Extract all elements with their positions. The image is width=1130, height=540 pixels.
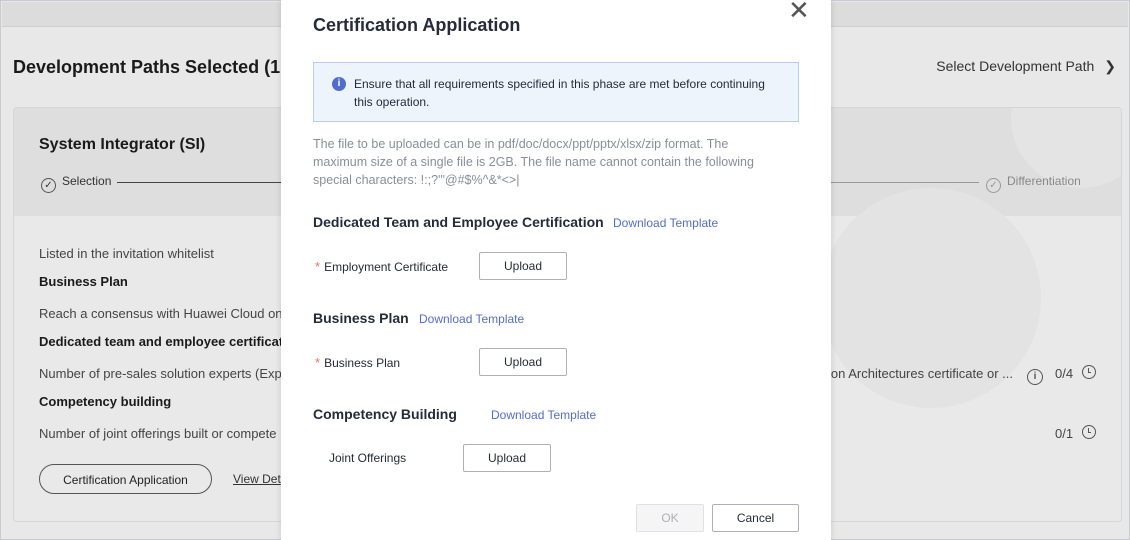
stage-differentiation: ✓ Differentiation [986, 174, 1081, 193]
requirement-heading: Dedicated team and employee certificati [39, 334, 287, 349]
field-label: Business Plan [324, 356, 401, 370]
progress-count: 0/4 [1055, 366, 1074, 381]
stage-connector [829, 182, 979, 183]
info-alert: i Ensure that all requirements specified… [313, 62, 799, 122]
requirement-text: Number of pre-sales solution experts (Ex… [39, 366, 282, 381]
section-heading: Competency Building [313, 406, 457, 422]
requirement-text-right: ion Architectures certificate or ... [828, 366, 1013, 381]
upload-note: The file to be uploaded can be in pdf/do… [313, 137, 754, 187]
certification-dialog: Certification Application ✕ i Ensure tha… [281, 0, 831, 540]
progress-count: 0/1 [1055, 426, 1074, 441]
joint-offerings-label: Joint Offerings [329, 451, 407, 465]
clock-icon [1082, 425, 1096, 440]
employment-certificate-label: * Employment Certificate [315, 259, 448, 274]
business-plan-label: * Business Plan [315, 355, 400, 370]
download-template-link[interactable]: Download Template [491, 408, 596, 422]
certification-application-button[interactable]: Certification Application [39, 464, 212, 494]
requirement-text: Listed in the invitation whitelist [39, 246, 214, 261]
stage-connector [117, 182, 297, 183]
requirement-text: Number of joint offerings built or compe… [39, 426, 277, 441]
download-template-link[interactable]: Download Template [419, 312, 524, 326]
required-mark: * [315, 259, 321, 274]
upload-button[interactable]: Upload [479, 348, 567, 376]
alert-text: Ensure that all requirements specified i… [354, 77, 765, 109]
close-icon[interactable]: ✕ [788, 0, 810, 23]
check-circle-icon: ✓ [41, 178, 56, 193]
upload-button[interactable]: Upload [463, 444, 551, 472]
page-title: Development Paths Selected (1 [13, 57, 281, 77]
section-heading: Business Plan [313, 310, 409, 326]
required-mark: * [315, 355, 321, 370]
requirement-text: Reach a consensus with Huawei Cloud on t [39, 306, 290, 321]
download-template-link[interactable]: Download Template [613, 216, 718, 230]
ok-button[interactable]: OK [636, 504, 704, 532]
select-development-path-link[interactable]: Select Development Path ❯ [936, 58, 1116, 75]
field-label: Employment Certificate [324, 260, 449, 274]
info-icon[interactable]: i [1027, 364, 1043, 385]
stage-label: Differentiation [1007, 174, 1081, 188]
stage-label: Selection [62, 174, 112, 188]
requirement-heading: Competency building [39, 394, 172, 409]
info-icon: i [332, 77, 346, 91]
cancel-button[interactable]: Cancel [712, 504, 799, 532]
path-name: System Integrator (SI) [39, 136, 206, 153]
section-heading: Dedicated Team and Employee Certificatio… [313, 214, 604, 230]
requirement-heading: Business Plan [39, 274, 128, 289]
dialog-title: Certification Application [313, 15, 521, 35]
check-circle-icon: ✓ [986, 178, 1001, 193]
view-details-link[interactable]: View Det [233, 472, 281, 486]
stage-selection: ✓ Selection [41, 174, 111, 193]
clock-icon [1082, 365, 1096, 380]
upload-button[interactable]: Upload [479, 252, 567, 280]
select-development-path-label: Select Development Path [936, 58, 1095, 74]
chevron-right-icon: ❯ [1104, 58, 1116, 74]
